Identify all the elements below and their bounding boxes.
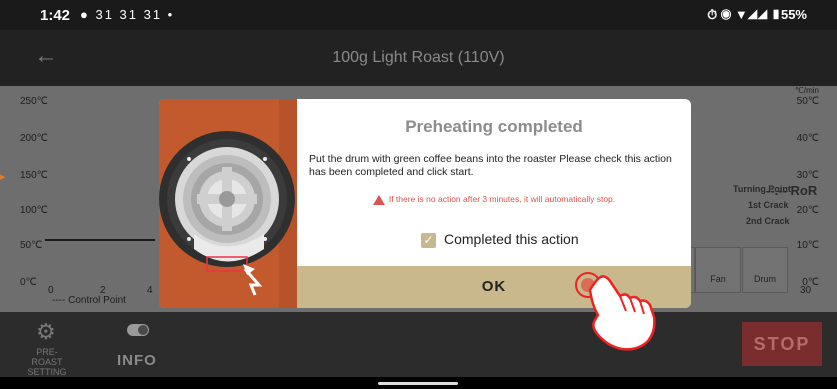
right-axis-tick: 30℃ bbox=[796, 170, 819, 181]
status-bar: 1:42 ● 31 31 31 • ⏱ ◉ ▼◢◢ ▮55% bbox=[0, 0, 837, 30]
control-point-legend: ---- Control Point bbox=[52, 295, 126, 306]
dialog-title: Preheating completed bbox=[405, 117, 583, 136]
control-label: Fan bbox=[710, 274, 726, 284]
left-axis-tick: 200℃ bbox=[20, 133, 48, 144]
legend-2nd-crack: 2nd Crack bbox=[746, 216, 790, 226]
checkbox-checked-icon[interactable]: ✓ bbox=[421, 232, 436, 248]
legend-turning-point: Turning Point bbox=[733, 184, 791, 194]
stop-button[interactable]: STOP bbox=[742, 322, 822, 366]
clock: 1:42 bbox=[40, 7, 71, 24]
pre-roast-setting-button[interactable]: PRE-ROAST SETTING bbox=[23, 347, 71, 377]
page-title: 100g Light Roast (110V) bbox=[332, 49, 505, 66]
x-axis-tick: 4 bbox=[147, 285, 153, 296]
control-box-drum[interactable]: Drum bbox=[742, 247, 788, 293]
left-axis-tick: 150℃ bbox=[20, 170, 48, 181]
control-label: Drum bbox=[754, 274, 776, 284]
left-axis-tick: 250℃ bbox=[20, 96, 48, 107]
completed-action-checkbox-row[interactable]: ✓ Completed this action bbox=[421, 231, 579, 248]
notification-icons: ● 31 31 31 • bbox=[80, 7, 175, 22]
pointing-hand-icon bbox=[575, 272, 656, 351]
right-axis-unit: ℃/min bbox=[794, 86, 819, 95]
info-toggle[interactable] bbox=[127, 324, 149, 336]
app-bar: ← 100g Light Roast (110V) bbox=[0, 30, 837, 86]
control-box-fan[interactable]: Fan bbox=[695, 247, 741, 293]
roaster-drum-icon bbox=[159, 99, 297, 308]
warning-message: If there is no action after 3 minutes, i… bbox=[297, 194, 691, 205]
left-axis-tick: 100℃ bbox=[20, 205, 48, 216]
arrow-marker-icon: ▸ bbox=[0, 171, 6, 183]
roaster-illustration bbox=[159, 99, 297, 308]
legend-1st-crack: 1st Crack bbox=[748, 200, 789, 210]
info-label: INFO bbox=[117, 352, 157, 369]
temperature-line bbox=[45, 239, 155, 241]
warning-icon bbox=[372, 194, 385, 205]
left-axis-tick: 0℃ bbox=[20, 277, 37, 288]
warning-text: If there is no action after 3 minutes, i… bbox=[388, 194, 616, 204]
gear-icon[interactable]: ⚙ bbox=[36, 319, 56, 345]
right-axis-tick: 50℃ bbox=[796, 96, 819, 107]
system-nav-bar bbox=[0, 377, 837, 389]
x-axis-tick: 30 bbox=[800, 285, 812, 296]
right-axis-tick: 40℃ bbox=[796, 133, 819, 144]
home-gesture-handle[interactable] bbox=[378, 382, 458, 385]
right-axis-tick: 10℃ bbox=[796, 240, 819, 251]
checkbox-label: Completed this action bbox=[444, 231, 579, 247]
dialog-message: Put the drum with green coffee beans int… bbox=[309, 153, 672, 178]
system-status-icons: ⏱ ◉ ▼◢◢ ▮55% bbox=[707, 7, 807, 22]
left-axis-tick: 50℃ bbox=[20, 240, 43, 251]
right-axis-tick: 20℃ bbox=[796, 205, 819, 216]
